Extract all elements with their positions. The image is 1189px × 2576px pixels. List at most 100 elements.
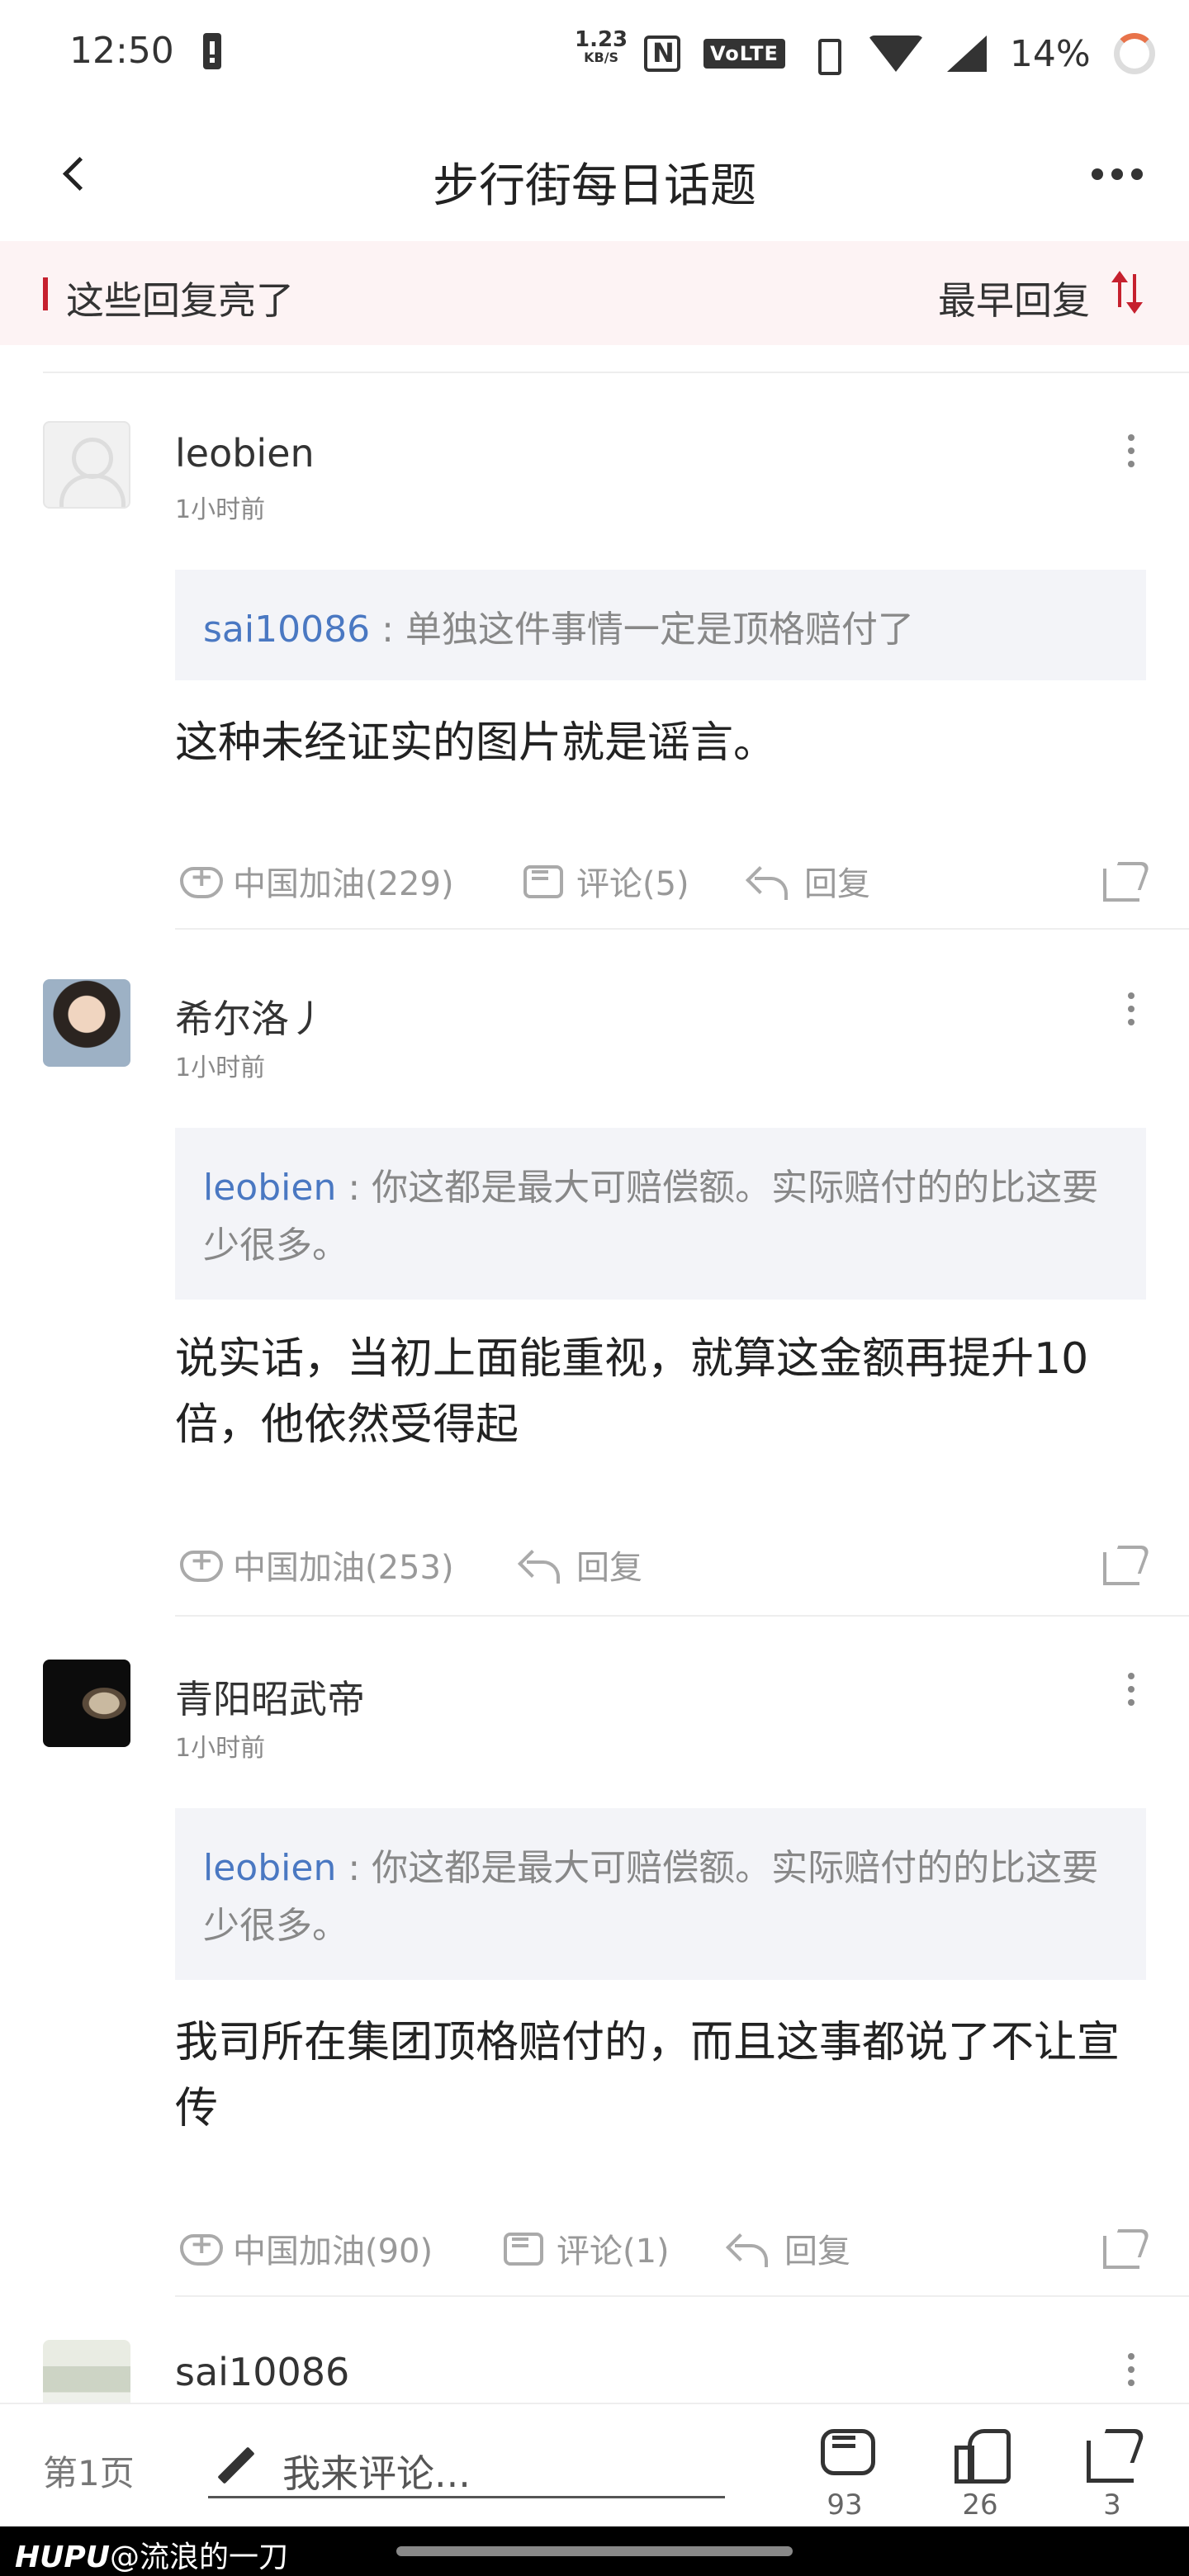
alert-icon [203, 33, 221, 69]
nfc-icon [644, 36, 680, 72]
system-nav-bar: HUPU@流浪的一刀 [0, 2526, 1189, 2576]
reply-time: 1小时前 [175, 1734, 266, 1763]
comments-button[interactable]: 93 [808, 2424, 882, 2522]
share-icon[interactable] [1100, 2224, 1146, 2271]
reply-actions: 中国加油(253) 回复 [175, 1541, 1146, 1598]
pencil-icon [213, 2444, 259, 2490]
watermark: HUPU@流浪的一刀 [15, 2533, 288, 2576]
reply-button[interactable]: 回复 [519, 1541, 642, 1589]
avatar[interactable] [43, 979, 130, 1067]
reply-username[interactable]: 希尔洛丿 [175, 989, 327, 1044]
divider [175, 2295, 1189, 2297]
quote-username[interactable]: leobien [203, 1167, 336, 1209]
comment-input[interactable]: 我来评论... [208, 2429, 725, 2498]
divider [175, 1615, 1189, 1617]
status-time: 12:50 [69, 30, 174, 72]
battery-percent: 14% [1009, 32, 1091, 75]
light-up-icon [175, 860, 223, 902]
thumbs-up-icon [951, 2424, 1011, 2484]
quote-text: : 单独这件事情一定是顶格赔付了 [370, 608, 914, 651]
watermark-text: @流浪的一刀 [109, 2540, 288, 2574]
more-vertical-icon[interactable] [1128, 434, 1135, 467]
reply-item: 希尔洛丿 1小时前 leobien : 你这都是最大可赔偿额。实际赔付的的比这要… [0, 979, 1189, 1631]
sort-arrows-icon[interactable] [1110, 269, 1146, 314]
section-header: 这些回复亮了 最早回复 [0, 241, 1189, 345]
divider [175, 928, 1189, 930]
divider [43, 372, 1189, 373]
quote-text: : 你这都是最大可赔偿额。实际赔付的的比这要少很多。 [203, 1167, 1099, 1267]
bottom-bar: 第1页 我来评论... 93 26 3 [0, 2403, 1189, 2526]
comment-button[interactable]: 评论(1) [499, 2224, 670, 2272]
home-indicator[interactable] [396, 2546, 793, 2556]
avatar[interactable] [43, 2340, 130, 2403]
quoted-reply[interactable]: leobien : 你这都是最大可赔偿额。实际赔付的的比这要少很多。 [175, 1128, 1146, 1300]
reply-actions: 中国加油(90) 评论(1) 回复 [175, 2224, 1146, 2282]
reply-content: 说实话，当初上面能重视，就算这金额再提升10倍，他依然受得起 [175, 1334, 1089, 1450]
comment-icon [499, 2228, 545, 2269]
share-icon[interactable] [1100, 1541, 1146, 1587]
reply-username[interactable]: sai10086 [175, 2350, 349, 2394]
like-post-button[interactable]: 26 [943, 2424, 1017, 2522]
reply-icon [519, 1544, 565, 1585]
like-label: 中国加油(253) [233, 1549, 454, 1587]
network-speed-unit: KB/S [584, 50, 619, 65]
reply-item: 青阳昭武帝 1小时前 leobien : 你这都是最大可赔偿额。实际赔付的的比这… [0, 1660, 1189, 2312]
light-up-icon [175, 2228, 223, 2269]
reply-button[interactable]: 回复 [727, 2224, 850, 2272]
volte-icon: VoLTE [703, 39, 785, 69]
comment-button[interactable]: 评论(5) [519, 857, 689, 905]
quote-username[interactable]: leobien [203, 1847, 336, 1889]
reply-item: sai10086 [0, 2340, 1189, 2403]
hupu-logo: HUPU [15, 2540, 110, 2574]
title-bar: 步行街每日话题 [0, 109, 1189, 241]
like-button[interactable]: 中国加油(253) [175, 1541, 454, 1589]
page-title: 步行街每日话题 [433, 159, 756, 213]
comment-placeholder: 我来评论... [282, 2451, 471, 2496]
like-button[interactable]: 中国加油(229) [175, 857, 454, 905]
quoted-reply[interactable]: sai10086 : 单独这件事情一定是顶格赔付了 [175, 570, 1146, 680]
reply-time: 1小时前 [175, 1054, 266, 1082]
reply-username[interactable]: 青阳昭武帝 [175, 1669, 365, 1724]
reply-icon [727, 2228, 773, 2269]
page-indicator[interactable]: 第1页 [43, 2446, 135, 2496]
battery-icon [1113, 33, 1155, 74]
avatar[interactable] [43, 1660, 130, 1747]
comment-bubble-icon [816, 2424, 875, 2482]
reply-username[interactable]: leobien [175, 431, 315, 476]
reply-label: 回复 [784, 2233, 850, 2271]
status-bar: 12:50 1.23 KB/S VoLTE 14% [0, 0, 1189, 109]
sort-button[interactable]: 最早回复 [938, 271, 1090, 325]
share-icon [1083, 2424, 1141, 2483]
more-horizontal-icon[interactable] [1092, 168, 1143, 180]
network-speed-value: 1.23 [575, 27, 628, 52]
more-vertical-icon[interactable] [1128, 2353, 1135, 2386]
vibrate-icon [808, 36, 845, 75]
comment-label: 评论(1) [557, 2233, 670, 2271]
more-vertical-icon[interactable] [1128, 1673, 1135, 1706]
wifi-icon [867, 36, 924, 72]
quote-text: : 你这都是最大可赔偿额。实际赔付的的比这要少很多。 [203, 1847, 1099, 1947]
likes-count: 26 [962, 2488, 998, 2522]
section-label: 这些回复亮了 [66, 278, 294, 323]
reply-button[interactable]: 回复 [746, 857, 870, 905]
comment-label: 评论(5) [576, 865, 689, 903]
reply-label: 回复 [576, 1549, 642, 1587]
like-label: 中国加油(229) [233, 865, 454, 903]
reply-content: 我司所在集团顶格赔付的，而且这事都说了不让宣传 [175, 2018, 1120, 2133]
share-post-button[interactable]: 3 [1075, 2424, 1149, 2522]
share-icon[interactable] [1100, 857, 1146, 903]
section-accent [43, 277, 48, 310]
like-label: 中国加油(90) [233, 2233, 433, 2271]
more-vertical-icon[interactable] [1128, 992, 1135, 1025]
reply-actions: 中国加油(229) 评论(5) 回复 [175, 857, 1146, 915]
quoted-reply[interactable]: leobien : 你这都是最大可赔偿额。实际赔付的的比这要少很多。 [175, 1808, 1146, 1980]
reply-icon [746, 860, 793, 902]
cell-signal-icon [946, 36, 987, 72]
like-button[interactable]: 中国加油(90) [175, 2224, 433, 2272]
light-up-icon [175, 1544, 223, 1585]
avatar[interactable] [43, 421, 130, 509]
comments-count: 93 [827, 2488, 863, 2522]
quote-username[interactable]: sai10086 [203, 608, 370, 651]
shares-count: 3 [1103, 2488, 1121, 2522]
comment-icon [519, 860, 565, 902]
